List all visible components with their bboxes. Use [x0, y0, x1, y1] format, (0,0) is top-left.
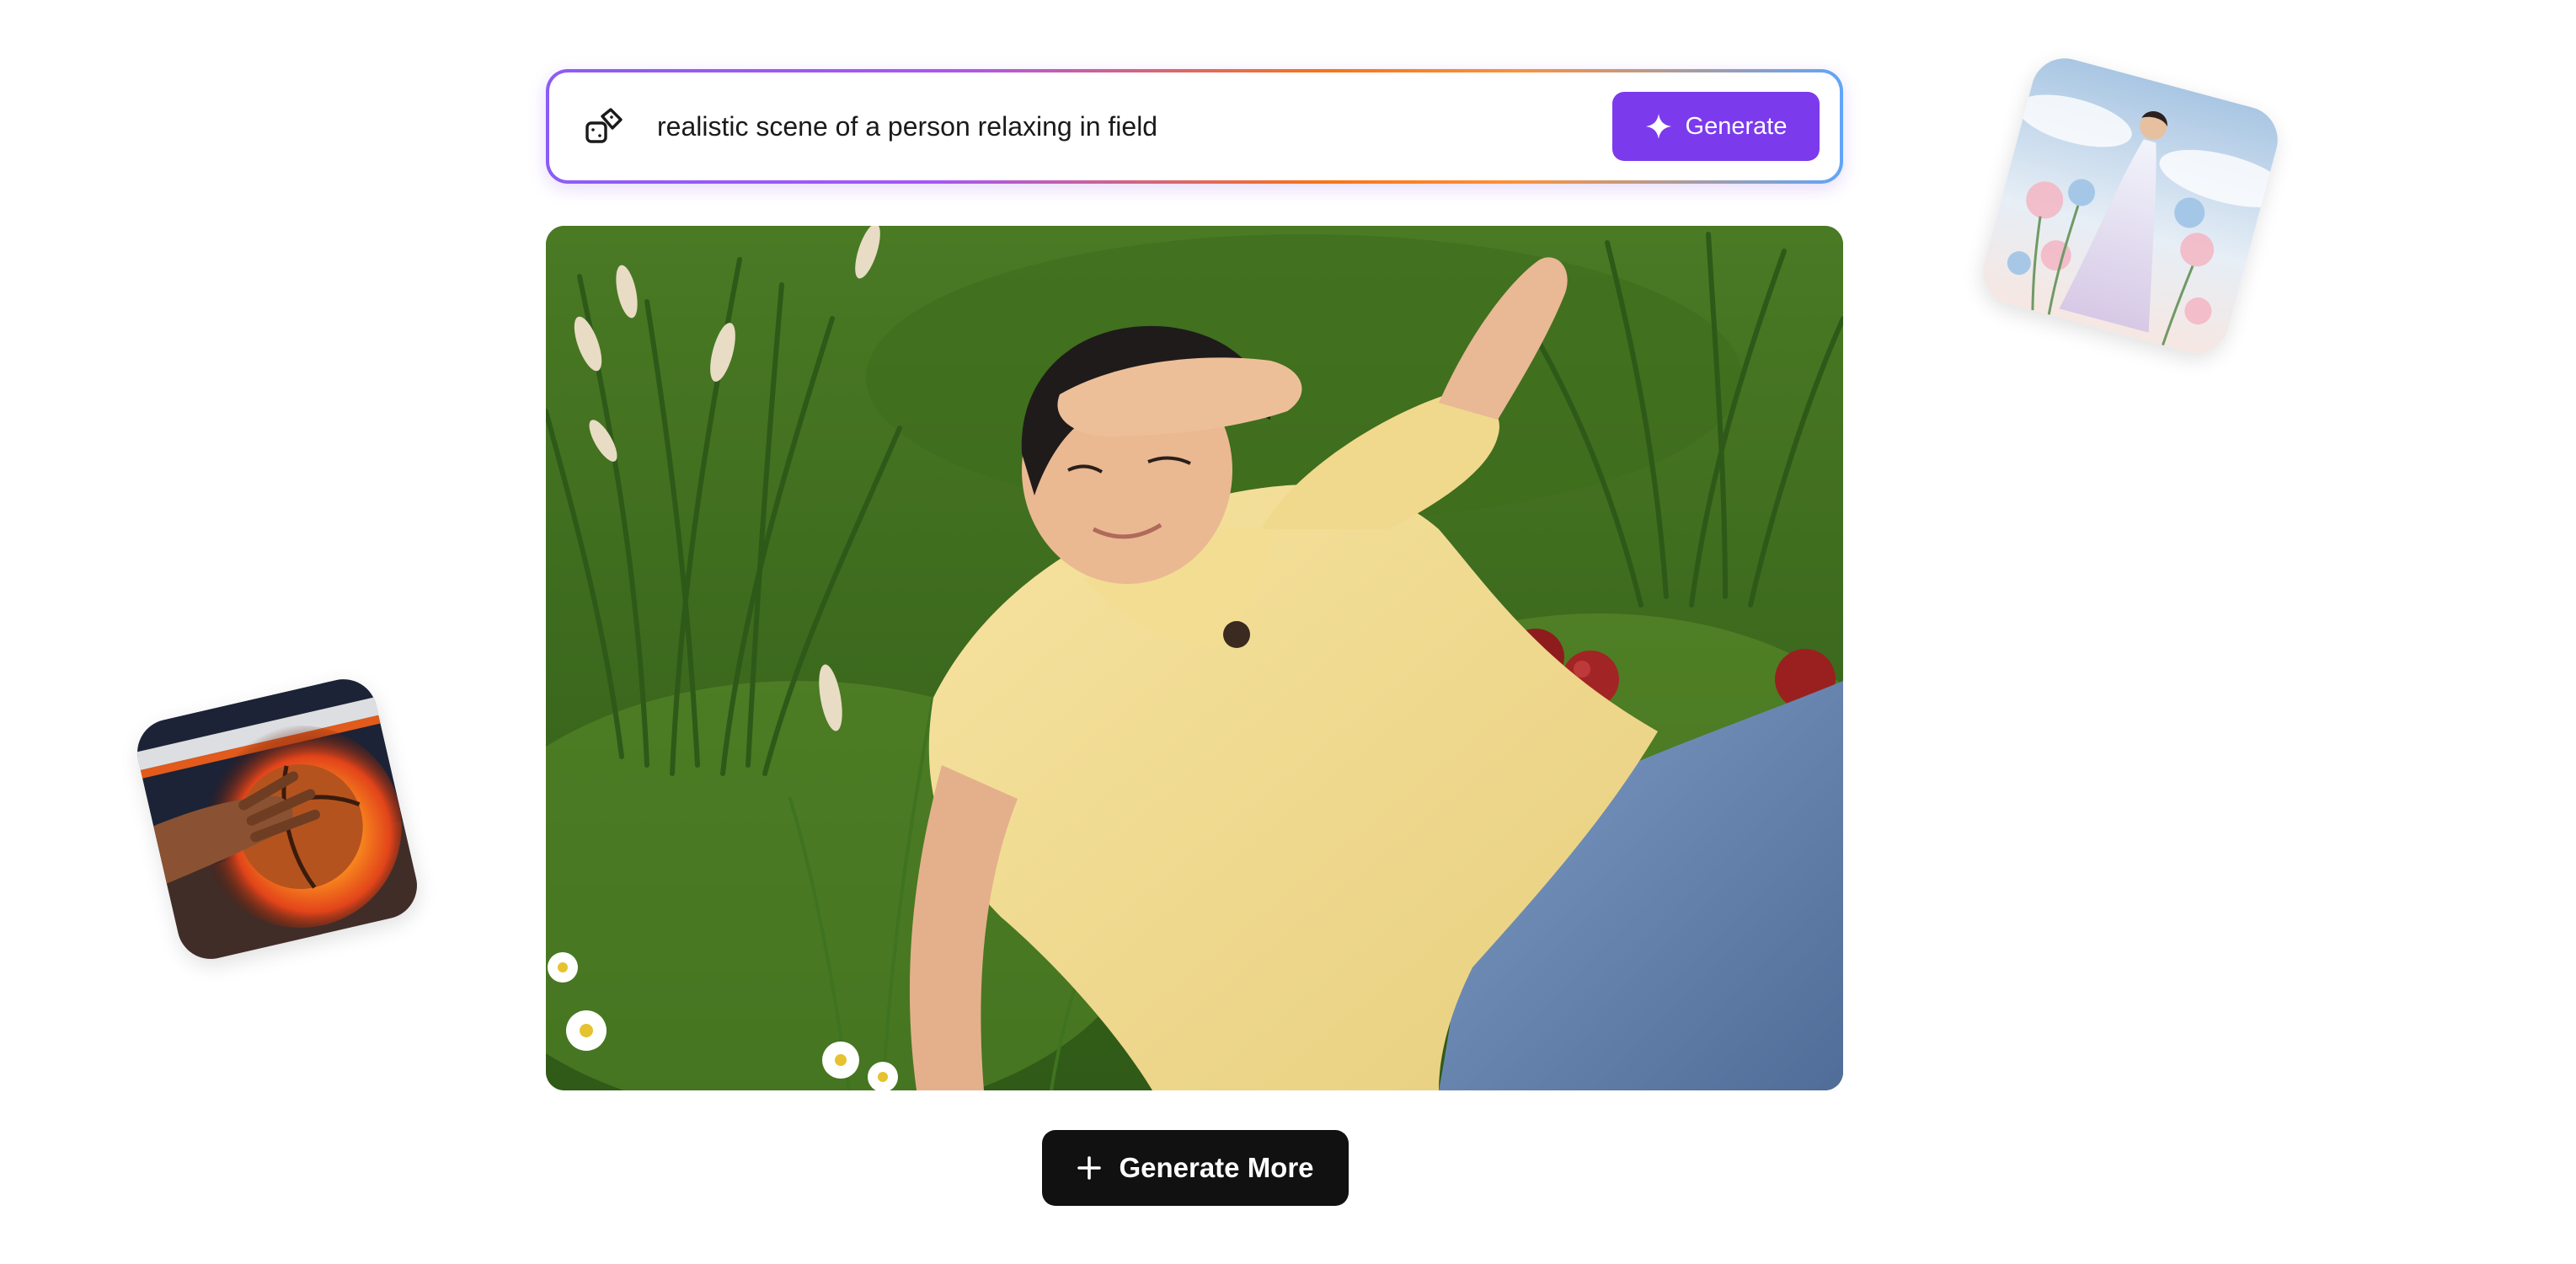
generate-more-label: Generate More [1119, 1152, 1314, 1183]
generate-more-button[interactable]: Generate More [1042, 1130, 1349, 1206]
sparkle-icon [1645, 114, 1671, 139]
thumbnail-basketball[interactable] [131, 672, 424, 966]
generated-image[interactable] [546, 226, 1843, 1090]
dress-illustration [1975, 51, 2285, 361]
generate-button[interactable]: Generate [1612, 92, 1820, 161]
generate-button-label: Generate [1685, 112, 1788, 140]
prompt-input[interactable] [655, 100, 1612, 153]
thumbnail-dress[interactable] [1975, 51, 2285, 361]
basketball-illustration [131, 672, 424, 966]
prompt-bar: Generate [549, 72, 1840, 180]
generated-image-illustration [546, 226, 1843, 1090]
plus-icon [1077, 1156, 1102, 1180]
prompt-bar-border: Generate [546, 69, 1843, 184]
app-stage: Generate [0, 0, 2576, 1264]
dice-icon[interactable] [583, 104, 627, 148]
